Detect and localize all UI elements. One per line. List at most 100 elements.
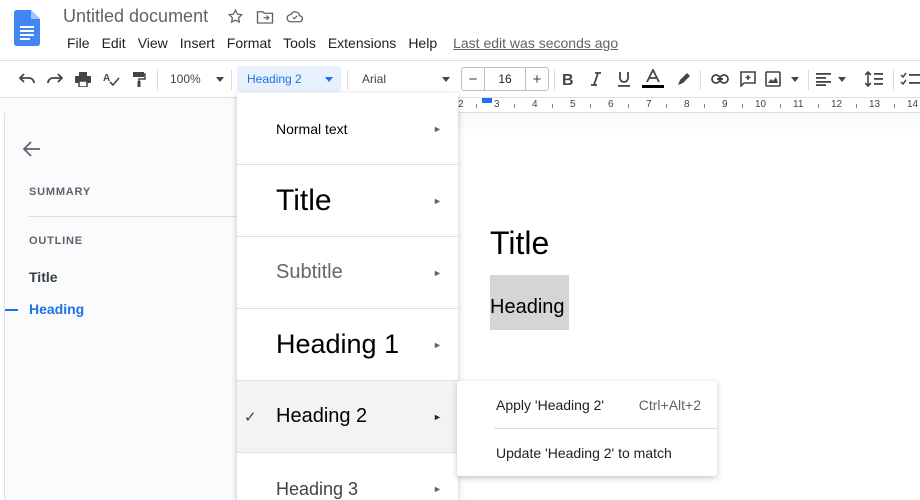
last-edit-link[interactable]: Last edit was seconds ago: [453, 35, 618, 51]
image-icon: [765, 71, 781, 87]
ruler-tick-label: 7: [646, 99, 652, 110]
menu-format[interactable]: Format: [221, 34, 277, 52]
docs-logo-icon[interactable]: [14, 10, 40, 46]
toolbar-separator: [231, 70, 232, 90]
ruler-tick-label: 8: [684, 99, 690, 110]
zoom-select[interactable]: 100%: [166, 61, 228, 97]
comment-icon[interactable]: [737, 61, 759, 97]
outline-item-heading[interactable]: Heading: [29, 301, 84, 317]
highlight-icon[interactable]: [672, 61, 694, 97]
cloud-status-icon[interactable]: [286, 8, 304, 26]
bold-icon[interactable]: B: [557, 61, 579, 97]
style-select[interactable]: Heading 2: [237, 66, 341, 92]
spellcheck-icon[interactable]: A: [100, 61, 122, 97]
font-value: Arial: [362, 72, 387, 86]
document-title[interactable]: Untitled document: [63, 6, 208, 27]
ruler-tick-label: 12: [831, 99, 843, 110]
style-option-title[interactable]: Title ►: [237, 165, 458, 237]
document-title-text[interactable]: Title: [490, 225, 549, 262]
redo-icon[interactable]: [44, 61, 66, 97]
outline-label: OUTLINE: [29, 235, 83, 247]
submenu-arrow-icon: ►: [433, 411, 442, 422]
ruler-tick-label: 6: [608, 99, 614, 110]
first-line-indent-marker[interactable]: [482, 98, 492, 103]
ruler-tick-label: 9: [722, 99, 728, 110]
style-option-normal-text[interactable]: Normal text ►: [237, 93, 458, 165]
style-option-heading-3[interactable]: Heading 3 ►: [237, 453, 458, 500]
style-option-heading-1[interactable]: Heading 1 ►: [237, 309, 458, 381]
style-option-label: Heading 3: [276, 478, 359, 499]
document-heading-text[interactable]: Heading: [490, 275, 569, 330]
line-spacing-icon[interactable]: [862, 61, 886, 97]
menu-file[interactable]: File: [61, 34, 96, 52]
italic-icon[interactable]: [585, 61, 607, 97]
apply-heading-2-shortcut: Ctrl+Alt+2: [638, 397, 701, 413]
underline-icon[interactable]: [613, 61, 635, 97]
print-icon[interactable]: [72, 61, 94, 97]
toolbar-separator: [893, 70, 894, 90]
toolbar-separator: [554, 70, 555, 90]
ruler-tick-label: 14: [907, 99, 919, 110]
apply-heading-2-label: Apply 'Heading 2': [496, 397, 605, 413]
toolbar: A 100% Heading 2 Arial − 16 + B: [0, 60, 920, 98]
submenu-arrow-icon: ►: [433, 267, 442, 278]
toolbar-separator: [700, 70, 701, 90]
update-heading-2-label: Update 'Heading 2' to match: [496, 445, 672, 461]
link-icon[interactable]: [709, 61, 731, 97]
menu-tools[interactable]: Tools: [277, 34, 322, 52]
font-size-input[interactable]: 16: [484, 68, 526, 90]
insert-image-button[interactable]: [765, 61, 799, 97]
submenu-divider: [494, 428, 717, 429]
menu-help[interactable]: Help: [402, 34, 443, 52]
style-option-subtitle[interactable]: Subtitle ►: [237, 237, 458, 309]
decrease-font-size-button[interactable]: −: [462, 71, 484, 88]
style-option-label: Normal text: [276, 120, 348, 137]
submenu-arrow-icon: ►: [433, 123, 442, 134]
paragraph-style-menu: Normal text ► Title ► Subtitle ► Heading…: [237, 93, 458, 500]
style-option-label: Subtitle: [276, 261, 343, 283]
heading-2-submenu: Apply 'Heading 2' Ctrl+Alt+2 Update 'Hea…: [457, 381, 717, 476]
back-arrow-icon: [22, 141, 40, 157]
chevron-down-icon: [216, 76, 224, 82]
ruler-tick-label: 5: [570, 99, 576, 110]
font-select[interactable]: Arial: [354, 61, 454, 97]
style-option-label: Heading 1: [276, 329, 400, 359]
text-color-icon[interactable]: [641, 61, 665, 97]
apply-heading-2-item[interactable]: Apply 'Heading 2' Ctrl+Alt+2: [457, 382, 717, 428]
increase-font-size-button[interactable]: +: [526, 71, 548, 88]
ruler-tick-label: 10: [755, 99, 767, 110]
chevron-down-icon: [325, 76, 333, 82]
horizontal-ruler[interactable]: 2 3 4 5 6 7 8 9 10 11 12 13 14: [458, 98, 920, 113]
update-heading-2-item[interactable]: Update 'Heading 2' to match: [457, 430, 717, 476]
checklist-icon[interactable]: [900, 61, 920, 97]
style-option-heading-2[interactable]: ✓ Heading 2 ►: [237, 381, 458, 453]
menu-insert[interactable]: Insert: [174, 34, 221, 52]
style-option-label: Heading 2: [276, 405, 368, 427]
ruler-tick-label: 4: [532, 99, 538, 110]
toolbar-separator: [347, 70, 348, 90]
menu-view[interactable]: View: [132, 34, 174, 52]
toolbar-separator: [157, 70, 158, 90]
align-select[interactable]: [816, 61, 846, 97]
star-icon[interactable]: [226, 8, 244, 26]
outline-item-title[interactable]: Title: [29, 269, 58, 285]
chevron-down-icon: [838, 76, 846, 82]
menu-extensions[interactable]: Extensions: [322, 34, 402, 52]
submenu-arrow-icon: ►: [433, 195, 442, 206]
move-folder-icon[interactable]: [256, 8, 274, 26]
align-left-icon: [816, 72, 831, 86]
paint-format-icon[interactable]: [128, 61, 150, 97]
style-option-label: Title: [276, 183, 332, 217]
ruler-tick-label: 13: [869, 99, 881, 110]
submenu-arrow-icon: ►: [433, 484, 442, 494]
document-outline-panel: SUMMARY OUTLINE Title Heading: [5, 113, 237, 500]
menubar: File Edit View Insert Format Tools Exten…: [61, 34, 618, 52]
ruler-tick-label: 3: [494, 99, 500, 110]
toolbar-separator: [808, 70, 809, 90]
undo-icon[interactable]: [16, 61, 38, 97]
outline-divider: [29, 216, 237, 217]
summary-label: SUMMARY: [29, 186, 92, 198]
close-outline-button[interactable]: [22, 141, 41, 162]
ruler-tick-label: 11: [793, 99, 804, 110]
menu-edit[interactable]: Edit: [96, 34, 132, 52]
